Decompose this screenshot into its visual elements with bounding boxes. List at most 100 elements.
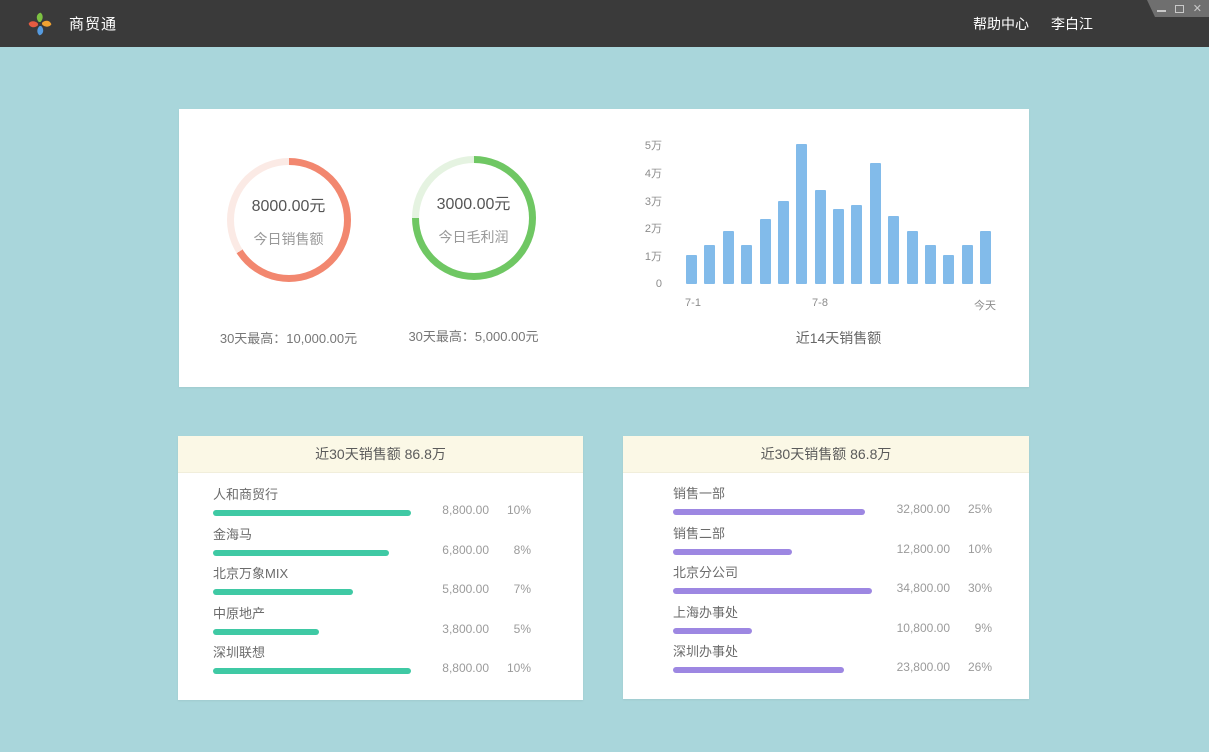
list-item: 金海马6,800.00 8% <box>213 526 531 566</box>
chart-bar <box>962 245 973 284</box>
list-item: 上海办事处10,800.00 9% <box>673 604 992 644</box>
item-progress-bar <box>213 668 411 674</box>
today-sales-ring-chart: 8000.00元 今日销售额 <box>227 158 351 282</box>
item-values: 23,800.0026% <box>888 660 992 674</box>
item-name: 金海马 <box>213 526 531 543</box>
item-percent: 10% <box>962 542 992 556</box>
item-values: 8,800.00 10% <box>427 661 531 675</box>
item-name: 北京分公司 <box>673 564 992 581</box>
item-percent: 5% <box>501 622 531 636</box>
y-axis-tick: 5万 <box>645 137 662 153</box>
item-values: 3,800.00 5% <box>427 622 531 636</box>
topbar-nav: 帮助中心 李白江 <box>973 14 1093 34</box>
today-sales-label: 今日销售额 <box>254 229 324 249</box>
y-axis-tick: 3万 <box>645 193 662 209</box>
item-progress-bar <box>673 549 792 555</box>
chart-bar <box>833 209 844 284</box>
item-amount: 8,800.00 <box>427 503 489 517</box>
today-profit-30d-max: 30天最高：5,000.00元 <box>408 326 538 345</box>
customer-panel-title: 近30天销售额 86.8万 <box>178 436 583 473</box>
x-axis-tick: 7-1 <box>685 297 701 309</box>
item-name: 深圳联想 <box>213 644 531 661</box>
summary-panel: 8000.00元 今日销售额 30天最高：10,000.00元 3000.00元… <box>179 109 1029 387</box>
close-icon[interactable]: ✕ <box>1193 5 1202 13</box>
chart-bar <box>907 231 918 284</box>
help-center-link[interactable]: 帮助中心 <box>973 14 1029 34</box>
app-title: 商贸通 <box>69 13 117 34</box>
chart-bar <box>778 201 789 284</box>
item-name: 北京万象MIX <box>213 565 531 582</box>
chart-bar <box>870 163 881 284</box>
maximize-icon[interactable] <box>1175 5 1184 13</box>
item-progress-bar <box>213 510 411 516</box>
minimize-icon[interactable] <box>1157 6 1166 12</box>
today-profit-card: 3000.00元 今日毛利润 30天最高：5,000.00元 <box>381 156 566 345</box>
item-percent: 8% <box>501 543 531 557</box>
today-profit-label: 今日毛利润 <box>439 227 509 247</box>
chart-bar <box>888 216 899 284</box>
item-percent: 9% <box>962 621 992 635</box>
item-percent: 10% <box>501 661 531 675</box>
item-amount: 5,800.00 <box>427 582 489 596</box>
item-name: 销售二部 <box>673 525 992 542</box>
chart-bar <box>796 144 807 284</box>
item-progress-bar <box>673 588 872 594</box>
item-progress-bar <box>213 629 319 635</box>
list-item: 深圳联想8,800.00 10% <box>213 644 531 684</box>
chart-bar <box>760 219 771 284</box>
item-values: 34,800.00 30% <box>888 581 992 595</box>
item-amount: 3,800.00 <box>427 622 489 636</box>
department-panel-title: 近30天销售额 86.8万 <box>623 436 1029 473</box>
chart-bar <box>815 190 826 285</box>
list-item: 销售一部32,800.0025% <box>673 485 992 525</box>
customer-sales-panel: 近30天销售额 86.8万 人和商贸行8,800.0010%金海马6,800.0… <box>178 436 583 700</box>
department-sales-panel: 近30天销售额 86.8万 销售一部32,800.0025%销售二部12,800… <box>623 436 1029 699</box>
item-name: 上海办事处 <box>673 604 992 621</box>
item-amount: 10,800.00 <box>888 621 950 635</box>
item-values: 32,800.0025% <box>888 502 992 516</box>
chart-bar <box>723 231 734 284</box>
item-progress-bar <box>673 509 865 515</box>
item-values: 8,800.0010% <box>427 503 531 517</box>
today-profit-ring-chart: 3000.00元 今日毛利润 <box>412 156 536 280</box>
today-profit-value: 3000.00元 <box>437 190 511 214</box>
item-values: 12,800.00 10% <box>888 542 992 556</box>
list-item: 人和商贸行8,800.0010% <box>213 486 531 526</box>
today-sales-card: 8000.00元 今日销售额 30天最高：10,000.00元 <box>196 158 381 347</box>
item-name: 人和商贸行 <box>213 486 531 503</box>
list-item: 销售二部12,800.00 10% <box>673 525 992 565</box>
chart-bar <box>980 231 991 284</box>
today-sales-30d-max: 30天最高：10,000.00元 <box>220 328 357 347</box>
app-window: 商贸通 帮助中心 李白江 ✕ 8000.00元 今日销售额 30天最高：10,0… <box>0 0 1209 752</box>
list-item: 中原地产3,800.00 5% <box>213 605 531 645</box>
y-axis-tick: 2万 <box>645 220 662 236</box>
item-values: 5,800.00 7% <box>427 582 531 596</box>
chart-bar <box>686 255 697 284</box>
chart-x-axis: 7-1 7-8 今天 <box>686 297 991 311</box>
chart-bar <box>704 245 715 284</box>
item-amount: 34,800.00 <box>888 581 950 595</box>
user-menu[interactable]: 李白江 <box>1051 14 1093 34</box>
item-amount: 12,800.00 <box>888 542 950 556</box>
item-progress-bar <box>213 550 389 556</box>
chart-bar <box>741 245 752 284</box>
today-sales-value: 8000.00元 <box>252 192 326 216</box>
chart-bar <box>851 205 862 284</box>
item-name: 中原地产 <box>213 605 531 622</box>
y-axis-tick: 4万 <box>645 165 662 181</box>
x-axis-tick: 7-8 <box>812 297 828 309</box>
y-axis-tick: 1万 <box>645 248 662 264</box>
chart-plot <box>686 145 991 284</box>
item-amount: 32,800.00 <box>888 502 950 516</box>
item-progress-bar <box>213 589 353 595</box>
item-amount: 6,800.00 <box>427 543 489 557</box>
y-axis-tick: 0 <box>656 278 662 290</box>
item-percent: 7% <box>501 582 531 596</box>
chart-bar <box>943 255 954 284</box>
chart-bar <box>925 245 936 284</box>
item-name: 销售一部 <box>673 485 992 502</box>
item-amount: 8,800.00 <box>427 661 489 675</box>
item-percent: 30% <box>962 581 992 595</box>
item-values: 10,800.00 9% <box>888 621 992 635</box>
chart-y-axis: 5万4万3万2万1万0 <box>619 145 662 285</box>
